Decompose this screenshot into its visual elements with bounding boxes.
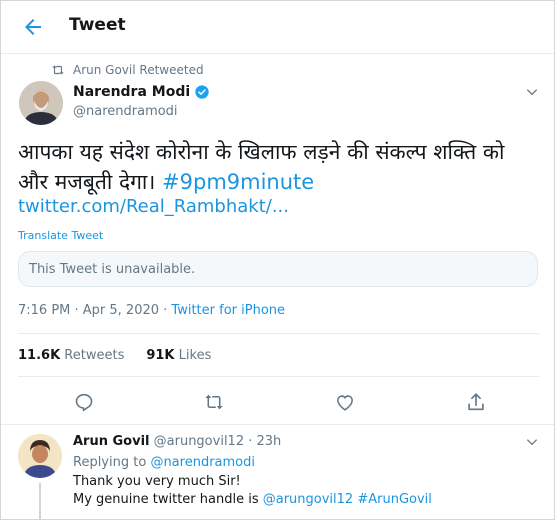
reply-author-name[interactable]: Arun Govil — [73, 434, 150, 449]
reply-author-handle[interactable]: @arungovil12 — [154, 434, 244, 449]
tweet-text: आपका यह संदेश कोरोना के खिलाफ लड़ने की स… — [18, 137, 538, 167]
retweets-stat[interactable]: 11.6K Retweets — [18, 348, 124, 363]
retweet-context[interactable]: Arun Govil Retweeted — [51, 63, 204, 77]
quoted-tweet-unavailable: This Tweet is unavailable. — [18, 251, 538, 287]
handle-link[interactable]: @arungovil12 — [263, 492, 353, 507]
divider — [1, 424, 554, 425]
tweet-source-link[interactable]: Twitter for iPhone — [171, 303, 285, 318]
replying-to: Replying to @narendramodi — [73, 455, 255, 470]
tweet-text-line-1: आपका यह संदेश कोरोना के खिलाफ लड़ने की स… — [18, 140, 505, 164]
tweet-meta: 7:16 PM · Apr 5, 2020 · Twitter for iPho… — [18, 303, 285, 318]
reply-text: Thank you very much Sir! My genuine twit… — [73, 473, 432, 509]
chevron-down-icon[interactable] — [525, 435, 539, 449]
thread-connector — [39, 483, 41, 519]
reply-line-2: My genuine twitter handle is @arungovil1… — [73, 492, 432, 507]
divider — [18, 376, 539, 377]
reply-header: Arun Govil @arungovil12 · 23h — [73, 434, 281, 449]
reply-icon[interactable] — [73, 391, 95, 413]
reply-author-avatar[interactable] — [18, 434, 62, 478]
header-bar: Tweet — [1, 1, 554, 54]
author-handle[interactable]: @narendramodi — [73, 104, 178, 119]
author-avatar[interactable] — [19, 81, 63, 125]
retweet-icon[interactable] — [203, 391, 225, 413]
tweet-page: Tweet Arun Govil Retweeted Narendra Modi… — [0, 0, 555, 520]
tweet-url-link[interactable]: twitter.com/Real_Rambhakt/... — [18, 196, 289, 217]
share-icon[interactable] — [465, 391, 487, 413]
tweet-timestamp[interactable]: 7:16 PM · Apr 5, 2020 · — [18, 303, 171, 318]
likes-stat[interactable]: 91K Likes — [146, 348, 211, 363]
retweet-icon — [52, 65, 64, 75]
tweet-text-line-2-row: और मजबूती देगा। #9pm9minute — [18, 167, 538, 197]
replying-to-link[interactable]: @narendramodi — [150, 455, 255, 470]
reply-line-1: Thank you very much Sir! — [73, 474, 241, 489]
tweet-text-line-2: और मजबूती देगा। — [18, 170, 156, 194]
page-title: Tweet — [69, 15, 126, 35]
hashtag-link[interactable]: #ArunGovil — [357, 492, 432, 507]
divider — [18, 333, 539, 334]
tweet-stats: 11.6K Retweets 91K Likes — [18, 348, 211, 363]
chevron-down-icon[interactable] — [525, 85, 539, 99]
translate-tweet-link[interactable]: Translate Tweet — [18, 229, 103, 242]
hashtag-link[interactable]: #9pm9minute — [162, 170, 314, 194]
back-arrow-icon[interactable] — [21, 15, 45, 39]
like-icon[interactable] — [334, 391, 356, 413]
author-name[interactable]: Narendra Modi — [73, 84, 210, 100]
retweet-context-label: Arun Govil Retweeted — [73, 63, 204, 77]
reply-timestamp[interactable]: · 23h — [248, 434, 281, 449]
verified-badge-icon — [195, 85, 209, 99]
unavailable-message: This Tweet is unavailable. — [29, 262, 196, 277]
